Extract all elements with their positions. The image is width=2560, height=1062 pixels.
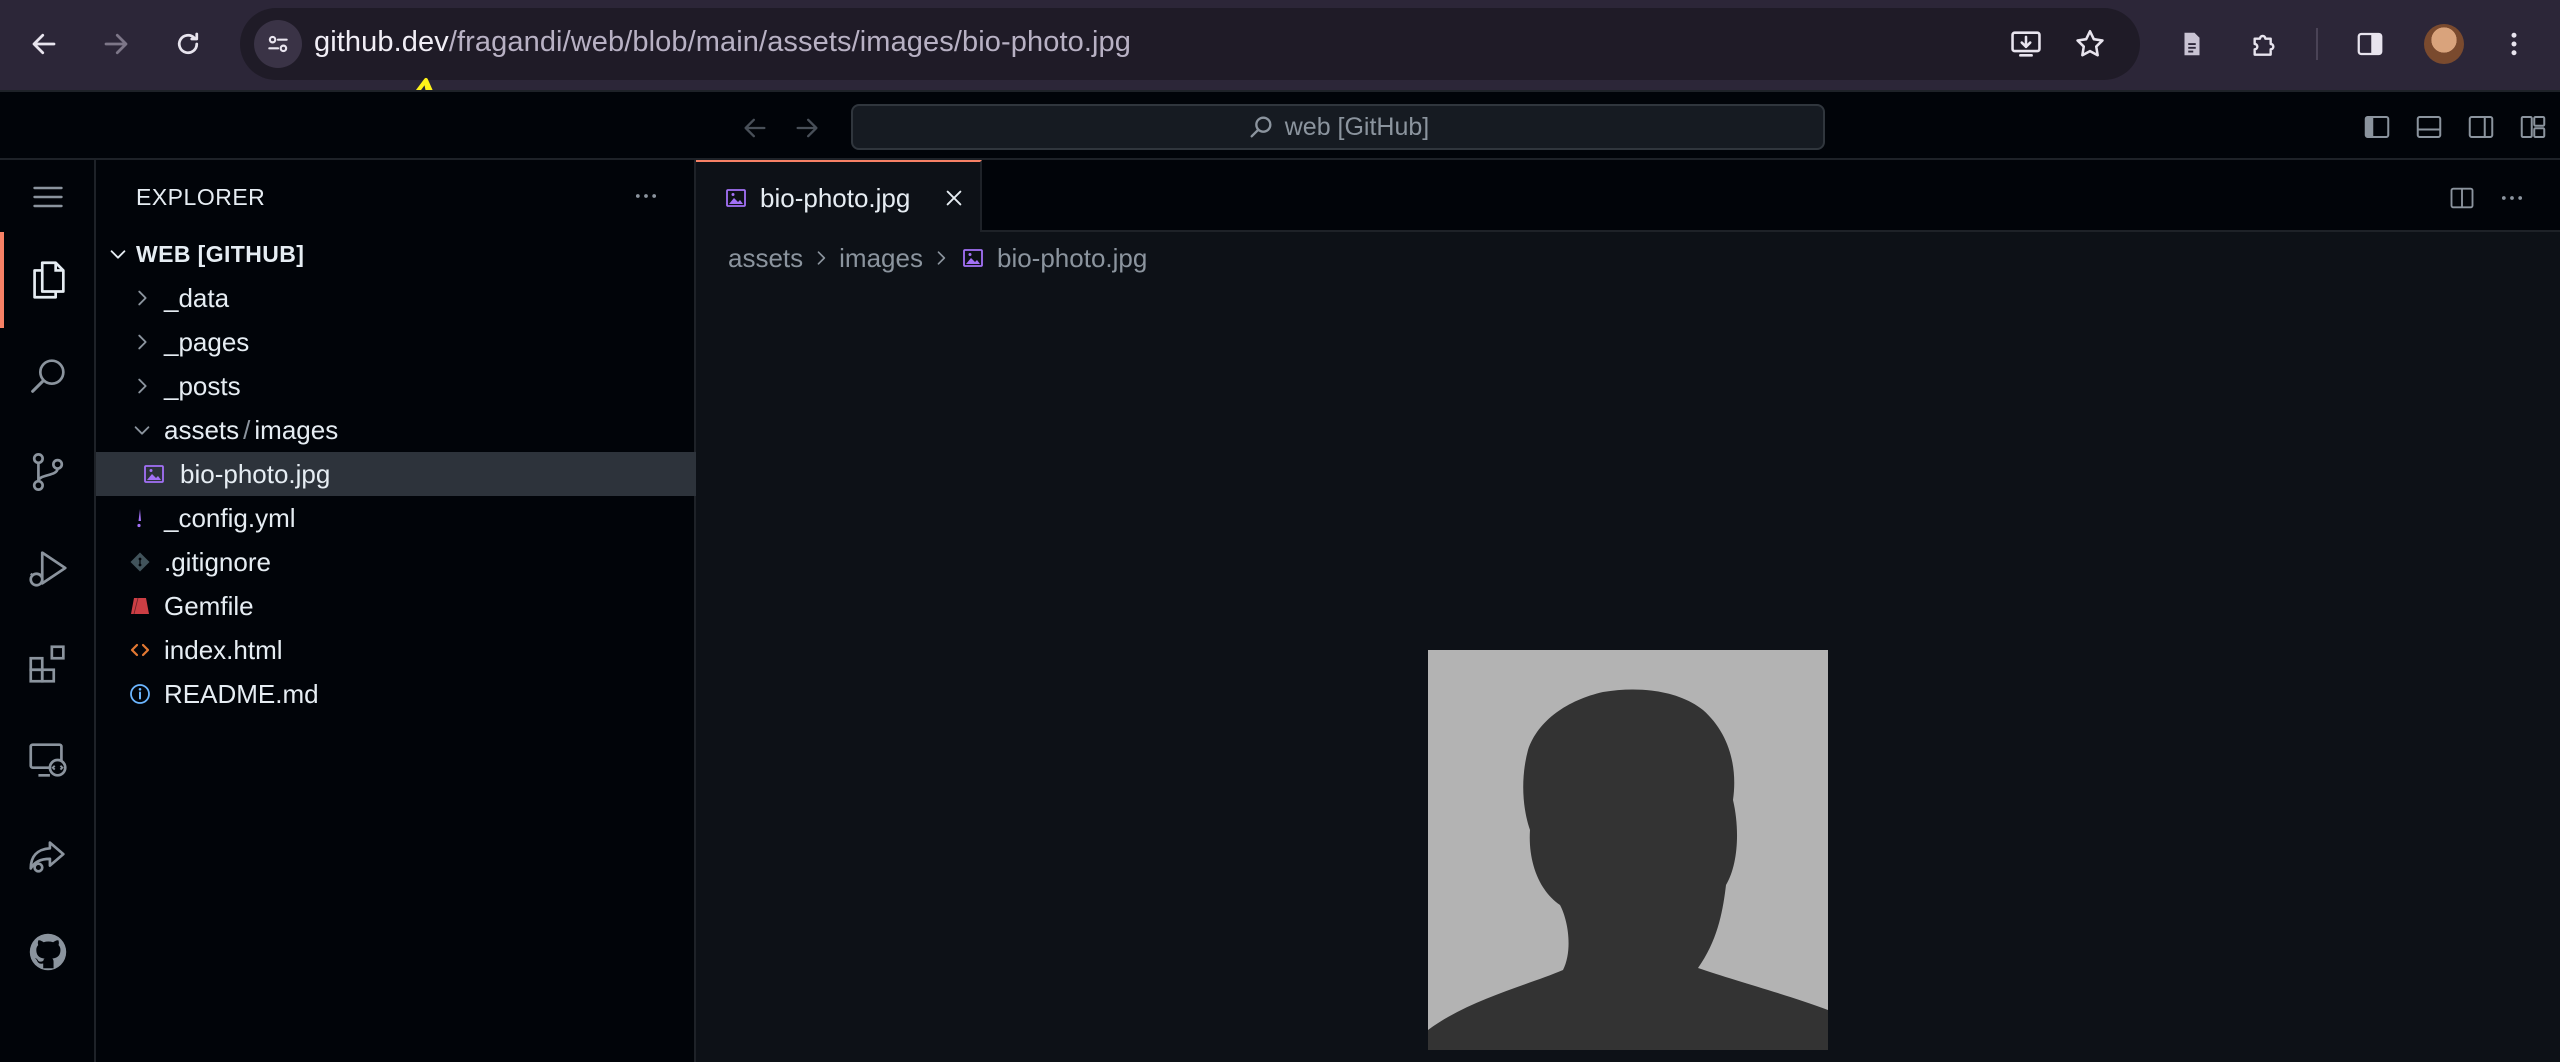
image-file-icon [722, 184, 750, 212]
editor-tabs: bio-photo.jpg [696, 160, 2560, 232]
side-panel-icon[interactable] [2346, 20, 2394, 68]
tree-item-label: _config.yml [164, 502, 296, 533]
explorer-icon[interactable] [0, 232, 96, 328]
more-actions-icon[interactable] [626, 178, 666, 214]
tab-bio-photo[interactable]: bio-photo.jpg [696, 160, 982, 232]
reading-mode-icon[interactable] [2168, 20, 2216, 68]
tree-item-index-html[interactable]: index.html [96, 628, 696, 672]
folder-segment-images: images [254, 414, 339, 445]
back-icon[interactable] [737, 110, 773, 146]
forward-icon[interactable] [92, 20, 140, 68]
toggle-secondary-sidebar-icon[interactable] [2464, 110, 2498, 144]
chevron-down-icon [128, 416, 156, 444]
tree-item-pages-folder[interactable]: _pages [96, 320, 696, 364]
customize-layout-icon[interactable] [2516, 110, 2550, 144]
breadcrumb-item-assets[interactable]: assets [728, 243, 803, 274]
tree-item-assets-images-folder[interactable]: assets / images [96, 408, 696, 452]
editor-area: bio-photo.jpg assets images bio-photo.jp… [696, 160, 2560, 1062]
site-info-icon[interactable] [254, 20, 302, 68]
html-file-icon [126, 636, 154, 664]
toggle-primary-sidebar-icon[interactable] [2360, 110, 2394, 144]
git-file-icon [126, 548, 154, 576]
vscode-titlebar: web [GitHub] [0, 90, 2560, 160]
tree-item-posts-folder[interactable]: _posts [96, 364, 696, 408]
remote-explorer-icon[interactable] [0, 712, 96, 808]
tree-item-readme[interactable]: README.md [96, 672, 696, 716]
editor-more-actions-icon[interactable] [2494, 180, 2530, 216]
tree-item-gemfile[interactable]: Gemfile [96, 584, 696, 628]
address-bar[interactable]: github.dev/fragandi/web/blob/main/assets… [240, 8, 2140, 80]
image-preview [1428, 650, 1828, 1050]
image-file-icon [959, 244, 987, 272]
browser-toolbar: github.dev/fragandi/web/blob/main/assets… [0, 0, 2560, 90]
tree-item-bio-photo[interactable]: bio-photo.jpg [96, 452, 696, 496]
install-app-icon[interactable] [2002, 20, 2050, 68]
chevron-right-icon [128, 284, 156, 312]
yaml-file-icon [126, 504, 154, 532]
search-icon[interactable] [0, 328, 96, 424]
live-share-icon[interactable] [0, 808, 96, 904]
extensions-icon[interactable] [0, 616, 96, 712]
toolbar-separator [2316, 28, 2318, 60]
folder-segment-assets: assets [164, 414, 240, 445]
command-center[interactable]: web [GitHub] [851, 104, 1825, 150]
breadcrumb-item-images[interactable]: images [839, 243, 923, 274]
url-text[interactable]: github.dev/fragandi/web/blob/main/assets… [314, 26, 1131, 59]
split-editor-icon[interactable] [2444, 180, 2480, 216]
activity-bar [0, 160, 96, 1062]
toggle-panel-icon[interactable] [2412, 110, 2446, 144]
tree-item-label: Gemfile [164, 590, 254, 621]
search-icon [1250, 116, 1272, 138]
url-host: github.dev [314, 26, 449, 58]
bookmark-star-icon[interactable] [2066, 20, 2114, 68]
command-center-label: web [GitHub] [1284, 112, 1430, 141]
reload-icon[interactable] [164, 20, 212, 68]
tree-item-gitignore[interactable]: .gitignore [96, 540, 696, 584]
explorer-sidebar: EXPLORER WEB [GITHUB] _data _pages _post… [96, 160, 696, 1062]
tree-item-data-folder[interactable]: _data [96, 276, 696, 320]
tree-item-label: .gitignore [164, 546, 271, 577]
chevron-down-icon [104, 240, 132, 268]
tree-item-label: _posts [164, 370, 241, 401]
tree-item-label: _data [164, 282, 230, 313]
menu-icon[interactable] [0, 160, 96, 234]
profile-avatar[interactable] [2424, 24, 2464, 64]
chevron-right-icon [128, 328, 156, 356]
run-debug-icon[interactable] [0, 520, 96, 616]
tree-root-label: WEB [GITHUB] [136, 240, 305, 267]
forward-icon[interactable] [789, 110, 825, 146]
extensions-icon[interactable] [2240, 20, 2288, 68]
path-separator: / [243, 414, 251, 445]
breadcrumb-item-file[interactable]: bio-photo.jpg [997, 243, 1147, 274]
person-silhouette-image [1428, 650, 1828, 1050]
url-path: /fragandi/web/blob/main/assets/images/bi… [448, 26, 1131, 58]
tree-item-label: bio-photo.jpg [180, 458, 331, 489]
info-file-icon [126, 680, 154, 708]
tree-item-config-yml[interactable]: _config.yml [96, 496, 696, 540]
image-file-icon [140, 460, 168, 488]
tree-item-label: _pages [164, 326, 250, 357]
explorer-title: EXPLORER [136, 184, 266, 210]
github-icon[interactable] [0, 904, 96, 1000]
breadcrumb: assets images bio-photo.jpg [728, 238, 1147, 278]
chevron-right-icon [927, 244, 955, 272]
tree-item-label: index.html [164, 634, 283, 665]
tree-root-web[interactable]: WEB [GITHUB] [96, 232, 696, 276]
tab-label: bio-photo.jpg [760, 183, 911, 213]
back-icon[interactable] [20, 20, 68, 68]
source-control-icon[interactable] [0, 424, 96, 520]
chevron-right-icon [128, 372, 156, 400]
close-icon[interactable] [940, 184, 968, 212]
tree-item-label: README.md [164, 678, 319, 709]
tree-item-label: assets / images [164, 415, 338, 446]
more-menu-icon[interactable] [2490, 20, 2538, 68]
ruby-file-icon [126, 592, 154, 620]
chevron-right-icon [807, 244, 835, 272]
